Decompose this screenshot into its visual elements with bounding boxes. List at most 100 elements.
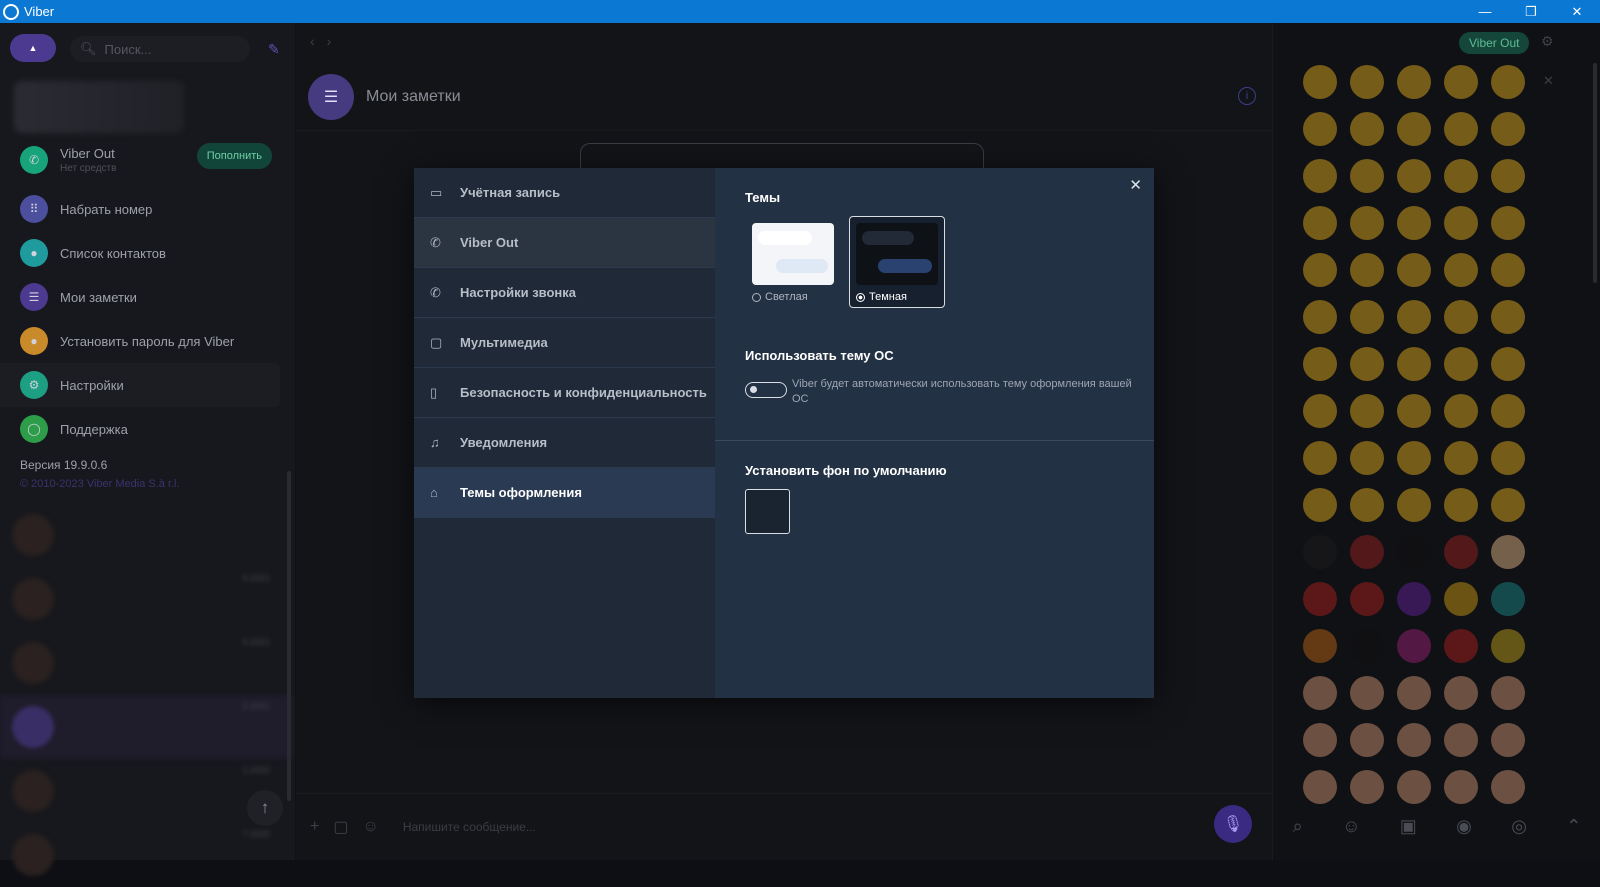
theme-dark-option[interactable]: Темная <box>849 216 945 308</box>
chat-list-item[interactable]: 5.2021 <box>0 567 292 631</box>
emoji-icon[interactable] <box>1350 629 1384 663</box>
settings-nav-viber-out[interactable]: ✆ Viber Out <box>414 218 715 268</box>
sticker-pack-2-icon[interactable]: ◉ <box>1456 816 1472 837</box>
top-up-button[interactable]: Пополнить <box>196 143 272 169</box>
smiley-icon[interactable]: ☺ <box>1342 816 1360 837</box>
profile-menu-button[interactable]: ▲ <box>10 34 56 62</box>
emoji-icon[interactable] <box>1444 488 1478 522</box>
minimize-button[interactable]: — <box>1462 0 1508 23</box>
emoji-icon[interactable] <box>1397 629 1431 663</box>
chat-list-item[interactable]: 5.2021 <box>0 631 292 695</box>
os-theme-toggle[interactable] <box>745 382 787 398</box>
emoji-icon[interactable] <box>1397 112 1431 146</box>
emoji-icon[interactable] <box>1303 676 1337 710</box>
menu-item-lock[interactable]: ● Установить пароль для Viber <box>0 319 296 363</box>
emoji-icon[interactable] <box>1491 535 1525 569</box>
emoji-icon[interactable] <box>1350 347 1384 381</box>
history-nav[interactable]: ‹› <box>310 33 343 49</box>
chevron-up-icon[interactable]: ⌃ <box>1566 816 1581 837</box>
profile-card[interactable] <box>14 81 184 133</box>
message-input[interactable]: Напишите сообщение... <box>403 820 536 834</box>
emoji-icon[interactable] <box>1491 206 1525 240</box>
settings-nav-call-settings[interactable]: ✆ Настройки звонка <box>414 268 715 318</box>
emoji-icon[interactable] <box>1350 676 1384 710</box>
emoji-icon[interactable] <box>1303 253 1337 287</box>
emoji-icon[interactable] <box>1444 394 1478 428</box>
emoji-icon[interactable] <box>1350 300 1384 334</box>
emoji-icon[interactable] <box>1444 582 1478 616</box>
emoji-icon[interactable] <box>1303 159 1337 193</box>
menu-item-dialpad[interactable]: ⠿ Набрать номер <box>0 187 296 231</box>
emoji-icon[interactable] <box>1444 441 1478 475</box>
emoji-icon[interactable] <box>1397 347 1431 381</box>
emoji-icon[interactable] <box>1350 253 1384 287</box>
emoji-icon[interactable] <box>1350 394 1384 428</box>
emoji-icon[interactable] <box>1350 159 1384 193</box>
emoji-icon[interactable] <box>1303 723 1337 757</box>
emoji-scrollbar[interactable] <box>1593 63 1597 283</box>
default-background-swatch[interactable] <box>745 489 790 534</box>
emoji-icon[interactable] <box>1397 300 1431 334</box>
menu-item-contacts[interactable]: ● Список контактов <box>0 231 296 275</box>
emoji-icon[interactable] <box>1491 723 1525 757</box>
emoji-icon[interactable] <box>1350 441 1384 475</box>
chat-list-item[interactable]: 7.2020 <box>0 823 292 887</box>
settings-nav-bell[interactable]: ♫ Уведомления <box>414 418 715 468</box>
sticker-pack-3-icon[interactable]: ◎ <box>1511 816 1527 837</box>
left-scrollbar[interactable] <box>287 471 291 801</box>
copyright-link[interactable]: © 2010-2023 Viber Media S.à r.l. <box>20 478 180 490</box>
compose-icon[interactable]: ✎ <box>268 41 280 58</box>
emoji-icon[interactable] <box>1491 112 1525 146</box>
menu-item-notes[interactable]: ☰ Мои заметки <box>0 275 296 319</box>
emoji-icon[interactable] <box>1397 535 1431 569</box>
emoji-icon[interactable] <box>1303 394 1337 428</box>
close-window-button[interactable]: ✕ <box>1554 0 1600 23</box>
emoji-icon[interactable] <box>1491 488 1525 522</box>
emoji-icon[interactable] <box>1350 535 1384 569</box>
emoji-icon[interactable] <box>1397 394 1431 428</box>
emoji-icon[interactable] <box>1444 253 1478 287</box>
radio-icon[interactable] <box>752 292 761 302</box>
emoji-icon[interactable] <box>1303 347 1337 381</box>
emoji-icon[interactable] <box>1303 441 1337 475</box>
emoji-icon[interactable] <box>1491 300 1525 334</box>
emoji-icon[interactable] <box>1397 206 1431 240</box>
settings-nav-account[interactable]: ▭ Учётная запись <box>414 168 715 218</box>
info-icon[interactable]: i <box>1238 87 1256 105</box>
emoji-icon[interactable] <box>1303 300 1337 334</box>
emoji-icon[interactable] <box>1444 629 1478 663</box>
emoji-icon[interactable] <box>1350 488 1384 522</box>
emoji-icon[interactable] <box>1397 676 1431 710</box>
emoji-icon[interactable] <box>1444 206 1478 240</box>
emoji-icon[interactable] <box>1491 582 1525 616</box>
scroll-up-button[interactable]: ↑ <box>247 790 283 826</box>
emoji-icon[interactable] <box>1397 159 1431 193</box>
chat-list-item[interactable] <box>0 503 292 567</box>
sticker-icon[interactable]: ☺ <box>362 818 378 836</box>
theme-light-option[interactable]: Светлая <box>745 216 841 308</box>
microphone-button[interactable]: 🎙︎ <box>1214 805 1252 843</box>
radio-selected-icon[interactable] <box>856 292 865 302</box>
viber-out-button[interactable]: Viber Out <box>1459 32 1530 54</box>
emoji-icon[interactable] <box>1397 65 1431 99</box>
gif-icon[interactable]: ▢ <box>333 817 348 837</box>
emoji-icon[interactable] <box>1350 723 1384 757</box>
emoji-icon[interactable] <box>1491 629 1525 663</box>
emoji-icon[interactable] <box>1444 300 1478 334</box>
close-icon[interactable]: ✕ <box>1129 176 1142 194</box>
gear-icon[interactable]: ⚙ <box>1541 33 1554 50</box>
settings-nav-brush[interactable]: ⌂ Темы оформления <box>414 468 715 518</box>
search-icon[interactable]: ⌕ <box>1293 816 1303 837</box>
emoji-icon[interactable] <box>1397 582 1431 616</box>
settings-nav-media[interactable]: ▢ Мультимедиа <box>414 318 715 368</box>
emoji-icon[interactable] <box>1303 206 1337 240</box>
emoji-icon[interactable] <box>1397 441 1431 475</box>
emoji-icon[interactable] <box>1350 206 1384 240</box>
emoji-icon[interactable] <box>1350 112 1384 146</box>
emoji-icon[interactable] <box>1303 65 1337 99</box>
restore-button[interactable]: ❐ <box>1508 0 1554 23</box>
emoji-icon[interactable] <box>1491 159 1525 193</box>
emoji-icon[interactable] <box>1350 582 1384 616</box>
notes-avatar[interactable]: ☰ <box>308 73 354 120</box>
emoji-icon[interactable] <box>1303 488 1337 522</box>
